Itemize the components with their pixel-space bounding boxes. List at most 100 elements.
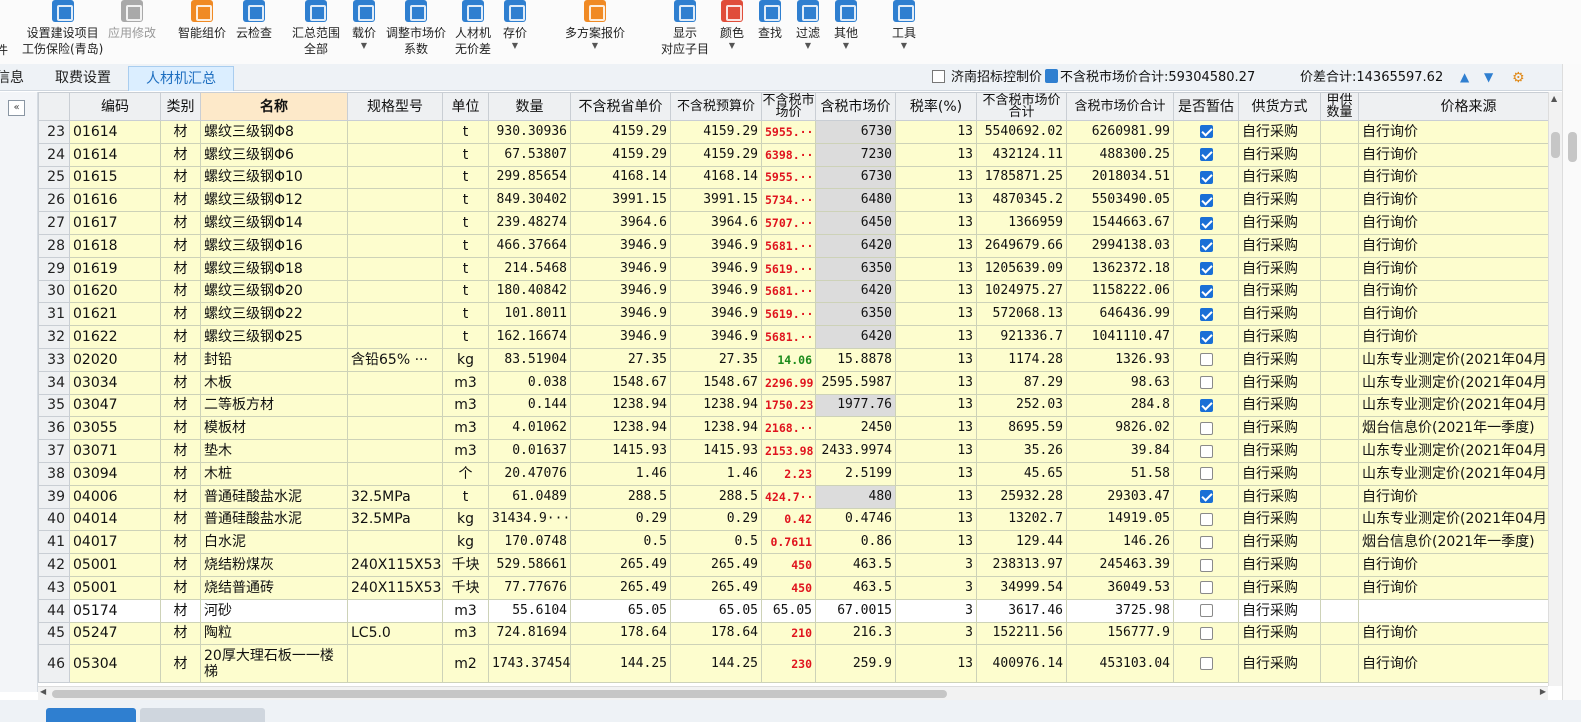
- cell-name[interactable]: 木桩: [200, 461, 348, 486]
- cell-tax-market-total[interactable]: 3725.98: [1066, 598, 1174, 623]
- row-number[interactable]: 41: [38, 530, 70, 555]
- cell-name[interactable]: 封铅: [200, 347, 348, 372]
- cell-code[interactable]: 01621: [69, 302, 161, 327]
- cell-unit[interactable]: t: [442, 188, 489, 213]
- cell-tax-market-price[interactable]: 6420: [815, 233, 896, 258]
- cell-supply-mode[interactable]: 自行采购: [1238, 484, 1321, 509]
- cell-tax-market-total[interactable]: 1326.93: [1066, 347, 1174, 372]
- cell-market-total[interactable]: 1024975.27: [976, 279, 1067, 304]
- cell-quantity[interactable]: 83.51904: [488, 347, 571, 372]
- header-unit[interactable]: 单位: [442, 92, 489, 121]
- cell-budget-price[interactable]: 265.49: [670, 553, 762, 577]
- cell-estimated[interactable]: [1173, 120, 1239, 144]
- cell-name[interactable]: 螺纹三级钢Φ22: [200, 302, 348, 327]
- cell-unit[interactable]: t: [442, 211, 489, 235]
- cell-quantity[interactable]: 61.0489: [488, 484, 571, 509]
- cell-code[interactable]: 04006: [69, 484, 161, 509]
- cell-name[interactable]: 普通硅酸盐水泥: [200, 507, 348, 532]
- row-number[interactable]: 27: [38, 211, 70, 235]
- cell-tax-market-price[interactable]: 2450: [815, 416, 896, 441]
- cell-price-source[interactable]: 自行询价: [1358, 484, 1548, 509]
- cell-provincial-price[interactable]: 265.49: [570, 553, 671, 577]
- cell-quantity[interactable]: 214.5468: [488, 256, 571, 281]
- cell-spec[interactable]: [347, 256, 443, 281]
- cell-category[interactable]: 材: [160, 439, 201, 463]
- cell-estimated[interactable]: [1173, 598, 1239, 623]
- cell-market-total[interactable]: 1785871.25: [976, 165, 1067, 190]
- cell-code[interactable]: 03094: [69, 461, 161, 486]
- cell-supply-mode[interactable]: 自行采购: [1238, 598, 1321, 623]
- cell-provincial-price[interactable]: 1.46: [570, 461, 671, 486]
- cell-tax-market-total[interactable]: 245463.39: [1066, 553, 1174, 577]
- cell-category[interactable]: 材: [160, 233, 201, 258]
- cell-quantity[interactable]: 1743.37454: [488, 644, 571, 684]
- smart-price-button[interactable]: 智能组价: [178, 0, 226, 41]
- table-row[interactable]: 24 01614 材螺纹三级钢Φ6 t 67.53807 4159.29 4159.29 63…: [38, 142, 1548, 167]
- cell-estimated[interactable]: [1173, 439, 1239, 463]
- cell-estimated[interactable]: [1173, 325, 1239, 349]
- cell-price-source[interactable]: 自行询价: [1358, 256, 1548, 281]
- cell-tax-rate[interactable]: 13: [895, 279, 977, 304]
- cell-code[interactable]: 01620: [69, 279, 161, 304]
- cell-category[interactable]: 材: [160, 575, 201, 600]
- estimate-checkbox[interactable]: [1199, 216, 1213, 230]
- estimate-checkbox[interactable]: [1199, 421, 1213, 435]
- cell-spec[interactable]: [347, 439, 443, 463]
- cell-budget-price[interactable]: 1238.94: [670, 393, 762, 418]
- cell-tax-market-price[interactable]: 6420: [815, 325, 896, 349]
- load-price-button[interactable]: 载价 ▼: [352, 0, 376, 51]
- cell-owner-supplied-qty[interactable]: [1320, 484, 1359, 509]
- cell-code[interactable]: 05001: [69, 553, 161, 577]
- cell-price-source[interactable]: 自行询价: [1358, 621, 1548, 646]
- cell-budget-price[interactable]: 288.5: [670, 484, 762, 509]
- cell-budget-price[interactable]: 3946.9: [670, 325, 762, 349]
- cell-unit[interactable]: m2: [442, 644, 489, 684]
- scroll-left-icon[interactable]: ◀: [40, 687, 46, 696]
- cell-unit[interactable]: t: [442, 325, 489, 349]
- cell-price-source[interactable]: 自行询价: [1358, 233, 1548, 258]
- cell-estimated[interactable]: [1173, 416, 1239, 441]
- arrow-down-icon[interactable]: [1484, 70, 1498, 84]
- cell-spec[interactable]: [347, 416, 443, 441]
- cell-owner-supplied-qty[interactable]: [1320, 370, 1359, 395]
- cell-tax-rate[interactable]: 13: [895, 188, 977, 213]
- cell-unit[interactable]: t: [442, 484, 489, 509]
- labor-machine-button[interactable]: 人材机 无价差: [455, 0, 491, 57]
- cell-supply-mode[interactable]: 自行采购: [1238, 439, 1321, 463]
- estimate-checkbox[interactable]: [1199, 467, 1213, 481]
- scroll-thumb[interactable]: [52, 690, 947, 698]
- cloud-check-button[interactable]: 云检查: [236, 0, 272, 41]
- cell-quantity[interactable]: 55.6104: [488, 598, 571, 623]
- cell-supply-mode[interactable]: 自行采购: [1238, 461, 1321, 486]
- cell-category[interactable]: 材: [160, 302, 201, 327]
- cell-supply-mode[interactable]: 自行采购: [1238, 530, 1321, 555]
- cell-code[interactable]: 03071: [69, 439, 161, 463]
- cell-quantity[interactable]: 0.038: [488, 370, 571, 395]
- cell-estimated[interactable]: [1173, 347, 1239, 372]
- cell-unit[interactable]: t: [442, 165, 489, 190]
- cell-tax-market-price[interactable]: 6480: [815, 188, 896, 213]
- cell-owner-supplied-qty[interactable]: [1320, 142, 1359, 167]
- cell-market-price[interactable]: 210: [761, 621, 816, 646]
- cell-budget-price[interactable]: 3946.9: [670, 302, 762, 327]
- color-button[interactable]: 颜色 ▼: [720, 0, 744, 51]
- cell-estimated[interactable]: [1173, 553, 1239, 577]
- cell-spec[interactable]: [347, 188, 443, 213]
- header-tax-rate[interactable]: 税率(%): [895, 92, 977, 121]
- cell-provincial-price[interactable]: 1238.94: [570, 393, 671, 418]
- cell-spec[interactable]: LC5.0: [347, 621, 443, 646]
- cell-tax-market-price[interactable]: 6730: [815, 120, 896, 144]
- cell-code[interactable]: 01622: [69, 325, 161, 349]
- cell-code[interactable]: 03034: [69, 370, 161, 395]
- cell-estimated[interactable]: [1173, 165, 1239, 190]
- cell-supply-mode[interactable]: 自行采购: [1238, 302, 1321, 327]
- estimate-checkbox[interactable]: [1199, 307, 1213, 321]
- cell-estimated[interactable]: [1173, 621, 1239, 646]
- cell-spec[interactable]: [347, 325, 443, 349]
- cell-budget-price[interactable]: 4159.29: [670, 120, 762, 144]
- cell-unit[interactable]: kg: [442, 347, 489, 372]
- cell-tax-rate[interactable]: 13: [895, 644, 977, 684]
- cell-budget-price[interactable]: 3991.15: [670, 188, 762, 213]
- cell-tax-market-price[interactable]: 216.3: [815, 621, 896, 646]
- cell-name[interactable]: 螺纹三级钢Φ16: [200, 233, 348, 258]
